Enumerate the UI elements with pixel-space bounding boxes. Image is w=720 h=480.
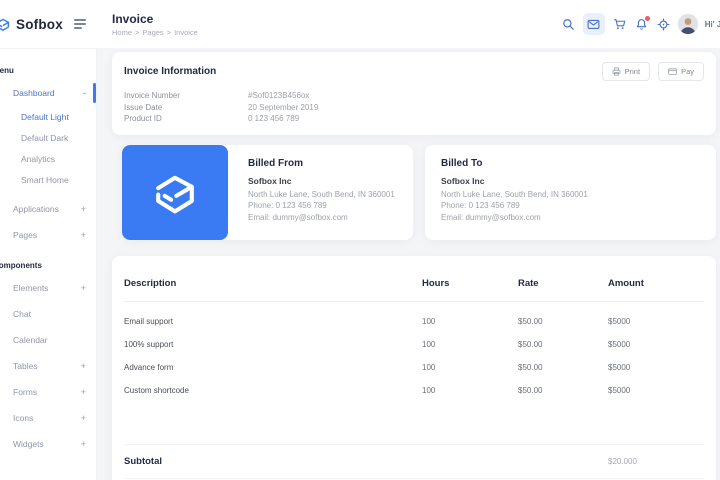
- sofbox-box-icon: [144, 161, 206, 223]
- invoice-information-title: Invoice Information: [124, 66, 216, 77]
- notification-dot: [645, 16, 650, 21]
- table-row: Email support 100 $50.00 $5000: [124, 310, 704, 333]
- billed-from-card: Billed From Sofbox Inc North Luke Lane, …: [122, 145, 413, 240]
- breadcrumb-invoice: Invoice: [174, 28, 198, 37]
- expand-indicator: +: [81, 364, 86, 368]
- billed-to-company: Sofbox Inc: [441, 176, 588, 186]
- billed-from-email: Email: dummy@sofbox.com: [248, 212, 395, 224]
- totals-section: Subtotal $20.000 Discount $500: [124, 444, 704, 480]
- billed-to-address: North Luke Lane, South Bend, IN 360001: [441, 189, 588, 201]
- expand-indicator: +: [81, 416, 86, 420]
- col-amount: Amount: [608, 278, 704, 289]
- breadcrumb-home[interactable]: Home: [112, 28, 132, 37]
- search-icon[interactable]: [561, 17, 576, 32]
- breadcrumb-separator: >: [167, 28, 171, 37]
- mail-icon[interactable]: [583, 13, 605, 35]
- top-header: Sofbox Invoice Home > Pages > Invoice: [0, 0, 720, 49]
- billed-to-card: Billed To Sofbox Inc North Luke Lane, So…: [425, 145, 716, 240]
- header-actions: Hi' John: [561, 13, 720, 35]
- main-content: Invoice Information Print Pay: [96, 48, 720, 480]
- invoice-information-card: Invoice Information Print Pay: [112, 52, 716, 135]
- subtotal-row: Subtotal $20.000: [124, 445, 704, 479]
- sidebar-item-dashboard[interactable]: Dashboard -: [0, 80, 96, 106]
- sidebar-item-applications[interactable]: Applications +: [0, 196, 96, 222]
- invoice-items-card: Description Hours Rate Amount Email supp…: [112, 256, 716, 480]
- table-row: Advance form 100 $50.00 $5000: [124, 356, 704, 379]
- sofbox-logo-tile: [122, 145, 228, 240]
- sidebar-item-analytics[interactable]: Analytics: [0, 148, 96, 169]
- sidebar-item-tables[interactable]: Tables +: [0, 353, 96, 379]
- col-hours: Hours: [422, 278, 518, 289]
- cart-icon[interactable]: [612, 17, 627, 32]
- print-button[interactable]: Print: [602, 62, 650, 81]
- sidebar-toggle-icon[interactable]: [74, 19, 86, 29]
- product-id-row: Product ID 0 123 456 789: [124, 113, 704, 125]
- col-rate: Rate: [518, 278, 608, 289]
- table-header-row: Description Hours Rate Amount: [124, 278, 704, 302]
- expand-indicator: +: [81, 233, 86, 237]
- page-title: Invoice: [112, 12, 198, 26]
- active-indicator-bar: [93, 83, 96, 103]
- billed-from-phone: Phone: 0 123 456 789: [248, 200, 395, 212]
- breadcrumb-pages[interactable]: Pages: [142, 28, 163, 37]
- pay-button[interactable]: Pay: [658, 62, 704, 81]
- billed-to-title: Billed To: [441, 158, 588, 169]
- user-greeting[interactable]: Hi' John: [705, 20, 720, 29]
- table-row: 100% support 100 $50.00 $5000: [124, 333, 704, 356]
- expand-indicator: +: [81, 442, 86, 446]
- billed-to-phone: Phone: 0 123 456 789: [441, 200, 588, 212]
- breadcrumb: Home > Pages > Invoice: [112, 28, 198, 37]
- col-description: Description: [124, 278, 422, 289]
- billed-to-email: Email: dummy@sofbox.com: [441, 212, 588, 224]
- sidebar-item-smart-home[interactable]: Smart Home: [0, 169, 96, 190]
- sidebar-item-forms[interactable]: Forms +: [0, 379, 96, 405]
- sidebar-item-default-light[interactable]: Default Light: [0, 106, 96, 127]
- bell-icon[interactable]: [634, 17, 649, 32]
- issue-date-row: Issue Date 20 September 2019: [124, 102, 704, 114]
- header-main: Invoice Home > Pages > Invoice: [96, 0, 720, 48]
- brand-name: Sofbox: [16, 17, 63, 32]
- billed-from-title: Billed From: [248, 158, 395, 169]
- avatar[interactable]: [678, 14, 698, 34]
- expand-indicator: +: [81, 286, 86, 290]
- collapse-indicator: -: [83, 91, 86, 95]
- sidebar-item-widgets[interactable]: Widgets +: [0, 431, 96, 457]
- invoice-number-row: Invoice Number #Sof0123B456ox: [124, 90, 704, 102]
- page-head: Invoice Home > Pages > Invoice: [112, 12, 198, 37]
- sidebar-section-components: Components: [0, 261, 96, 270]
- billed-from-company: Sofbox Inc: [248, 176, 395, 186]
- sidebar-section-menu: Menu: [0, 66, 96, 75]
- sidebar-item-calendar[interactable]: Calendar: [0, 327, 96, 353]
- printer-icon: [612, 67, 621, 76]
- sidebar-item-pages[interactable]: Pages +: [0, 222, 96, 248]
- billed-cards-row: Billed From Sofbox Inc North Luke Lane, …: [122, 145, 716, 240]
- sofbox-logo-icon[interactable]: [0, 14, 13, 34]
- sidebar-item-chat[interactable]: Chat: [0, 301, 96, 327]
- brand-area: Sofbox: [0, 0, 96, 48]
- expand-indicator: +: [81, 207, 86, 211]
- expand-indicator: +: [81, 390, 86, 394]
- card-icon: [668, 67, 677, 76]
- target-icon[interactable]: [656, 17, 671, 32]
- billed-from-address: North Luke Lane, South Bend, IN 360001: [248, 189, 395, 201]
- sidebar-item-default-dark[interactable]: Default Dark: [0, 127, 96, 148]
- sidebar: Menu Dashboard - Default Light Default D…: [0, 48, 96, 480]
- sidebar-submenu-dashboard: Default Light Default Dark Analytics Sma…: [0, 106, 96, 190]
- breadcrumb-separator: >: [135, 28, 139, 37]
- table-row: Custom shortcode 100 $50.00 $5000: [124, 379, 704, 402]
- sidebar-item-elements[interactable]: Elements +: [0, 275, 96, 301]
- sidebar-item-icons[interactable]: Icons +: [0, 405, 96, 431]
